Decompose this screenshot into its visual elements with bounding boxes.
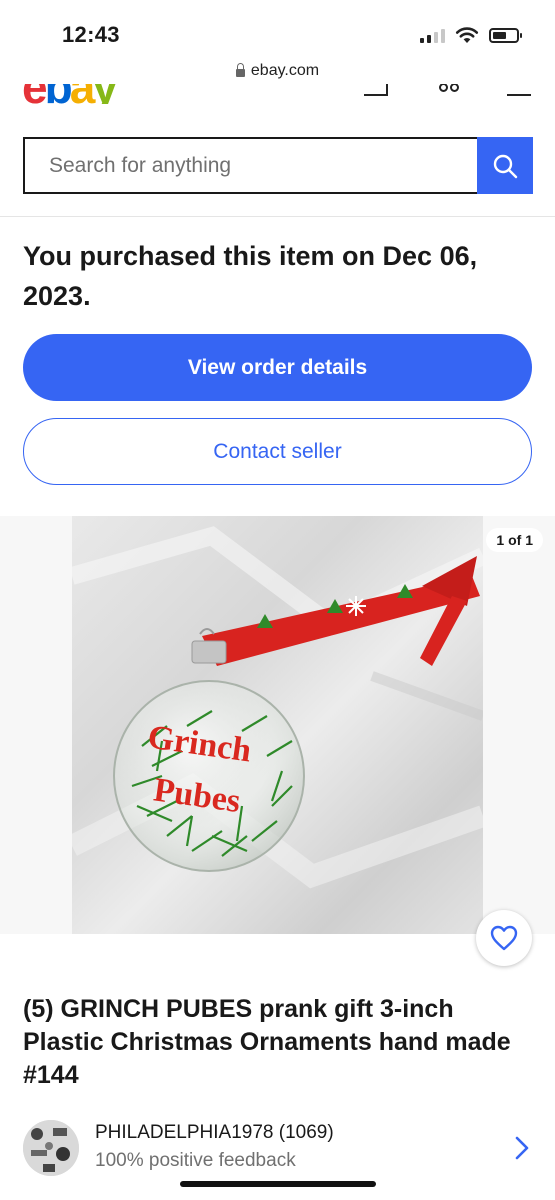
seller-feedback: 100% positive feedback [95,1150,296,1171]
photo-counter: 1 of 1 [486,528,543,552]
seller-row[interactable]: PHILADELPHIA1978 (1069) 100% positive fe… [23,1116,533,1180]
seller-avatar[interactable] [23,1120,79,1176]
search-icon [493,154,518,178]
item-title: (5) GRINCH PUBES prank gift 3-inch Plast… [23,995,511,1089]
seller-name[interactable]: PHILADELPHIA1978 (1069) [95,1122,334,1144]
divider [0,216,555,217]
search-button[interactable] [477,137,533,194]
home-indicator[interactable] [180,1181,376,1187]
search-bar [23,137,533,194]
view-order-details-button[interactable]: View order details [23,334,532,401]
browser-url-bar[interactable]: ebay.com [0,58,555,84]
ebay-logo[interactable]: ebay [22,84,118,104]
wifi-icon [455,27,479,43]
ribbon-snowflake-icon [346,596,366,616]
chevron-right-icon[interactable] [515,1136,529,1160]
status-icons [420,24,522,46]
image-gallery[interactable]: Grinch Pubes 1 of 1 [0,516,555,934]
avatar-pattern [23,1120,79,1176]
ornament-illustration: Grinch Pubes [72,526,483,889]
site-header: ebay [0,84,555,104]
menu-icon[interactable] [507,84,531,96]
status-time: 12:43 [62,22,120,47]
url-text: ebay.com [250,62,320,79]
cart-icon[interactable] [439,84,459,94]
cellular-signal-icon [420,27,445,43]
battery-icon [489,27,522,43]
purchase-message: You purchased this item on Dec 06, 2023. [23,241,478,311]
status-bar: 12:43 [0,0,555,56]
bell-icon[interactable] [364,84,388,96]
heart-icon [490,925,518,951]
item-photo[interactable]: Grinch Pubes [72,516,483,934]
contact-seller-button[interactable]: Contact seller [23,418,532,485]
watch-button[interactable] [476,910,532,966]
search-input[interactable] [23,137,477,194]
lock-icon [235,63,245,77]
